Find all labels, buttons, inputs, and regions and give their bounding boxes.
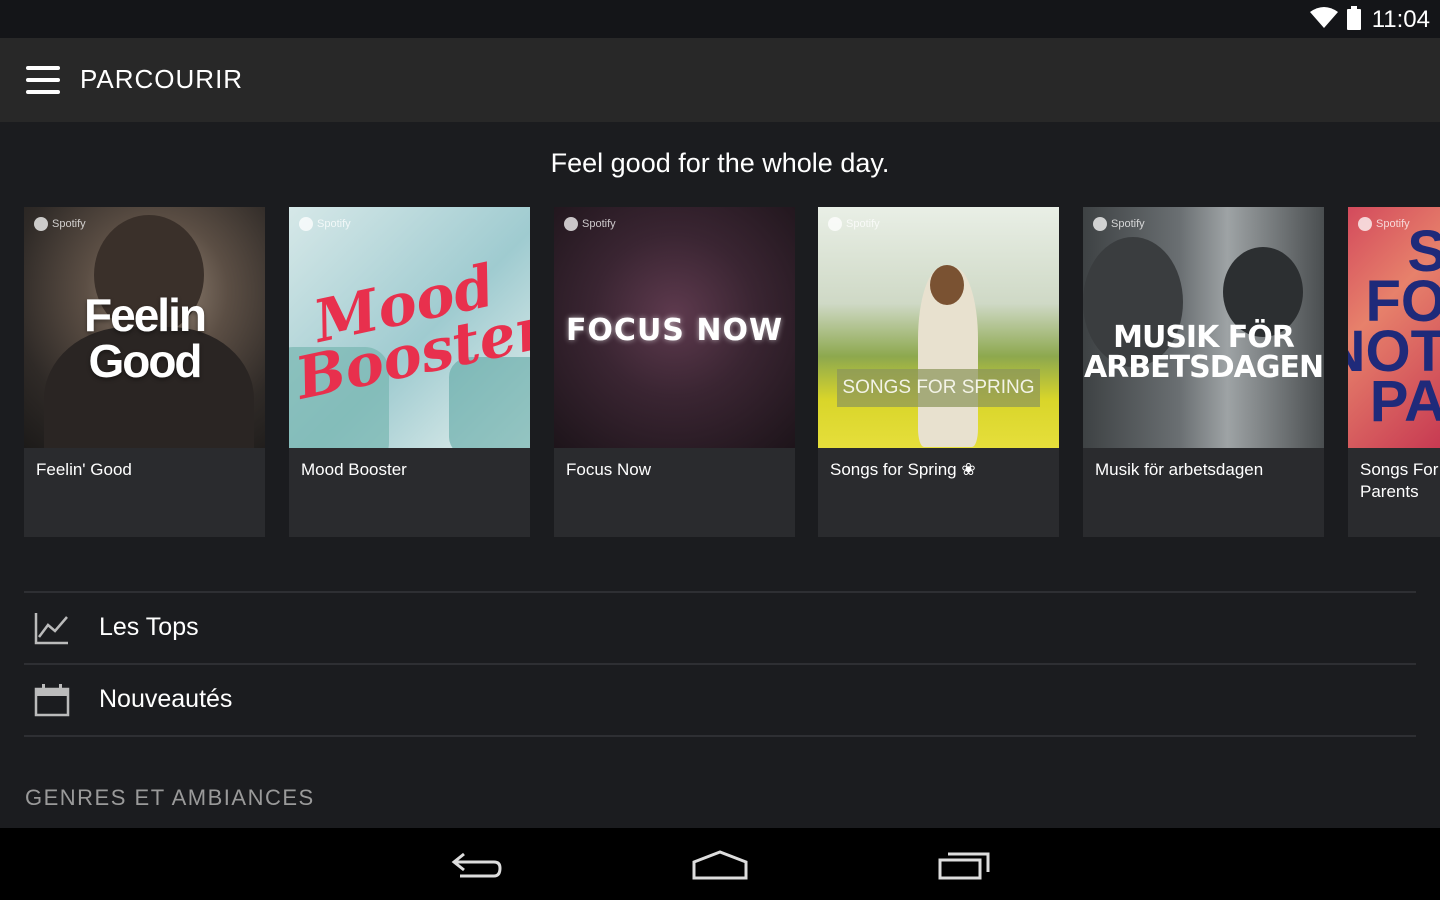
playlist-cover: Spotify MUSIK FÖR ARBETSDAGEN: [1083, 207, 1324, 448]
playlist-label: Songs for Spring ❀: [830, 460, 976, 479]
playlist-label: Musik för arbetsdagen: [1095, 460, 1264, 479]
page-title: PARCOURIR: [80, 64, 244, 94]
playlist-cover: Spotify SONGS FOR SPRING: [818, 207, 1059, 448]
row-nouveautes[interactable]: Nouveautés: [24, 665, 1416, 735]
calendar-icon: [34, 684, 70, 717]
spotify-logo: Spotify: [828, 217, 880, 231]
hamburger-menu-icon[interactable]: [26, 66, 60, 94]
playlist-label: Songs For Parents: [1360, 460, 1439, 501]
spotify-logo: Spotify: [299, 217, 351, 231]
cover-title: S FO NOT PA: [1348, 219, 1440, 434]
divider: [24, 735, 1416, 737]
playlist-label: Mood Booster: [301, 460, 407, 479]
home-icon[interactable]: [690, 846, 750, 882]
recent-apps-icon[interactable]: [934, 846, 994, 882]
genres-heading: GENRES ET AMBIANCES: [25, 785, 315, 810]
playlist-cover: Spotify FOCUS NOW: [554, 207, 795, 448]
playlist-card-songs-for-parents[interactable]: Spotify S FO NOT PA Songs For Parents: [1348, 207, 1440, 537]
playlist-card-songs-for-spring[interactable]: Spotify SONGS FOR SPRING Songs for Sprin…: [818, 207, 1059, 537]
spotify-logo: Spotify: [564, 217, 616, 231]
spotify-logo: Spotify: [34, 217, 86, 231]
cover-title: SONGS FOR SPRING: [837, 369, 1040, 407]
status-bar: 11:04: [0, 0, 1440, 38]
cover-title: Feelin Good: [84, 289, 207, 387]
playlist-card-mood-booster[interactable]: Spotify Mood Booster Mood Booster: [289, 207, 530, 537]
playlist-card-musik-for-arbetsdagen[interactable]: Spotify MUSIK FÖR ARBETSDAGEN Musik för …: [1083, 207, 1324, 537]
cover-title: MUSIK FÖR ARBETSDAGEN: [1083, 320, 1324, 385]
back-icon[interactable]: [448, 846, 508, 882]
playlist-card-focus-now[interactable]: Spotify FOCUS NOW Focus Now: [554, 207, 795, 537]
status-time: 11:04: [1371, 6, 1430, 33]
row-les-tops[interactable]: Les Tops: [24, 593, 1416, 663]
spotify-logo: Spotify: [1093, 217, 1145, 231]
playlist-label: Focus Now: [566, 460, 652, 479]
playlist-label: Feelin' Good: [36, 460, 132, 479]
battery-icon: [1347, 6, 1361, 30]
row-label: Les Tops: [99, 613, 199, 641]
featured-tagline: Feel good for the whole day.: [550, 148, 890, 178]
cover-title: FOCUS NOW: [565, 313, 784, 348]
chart-line-icon: [34, 613, 68, 645]
wifi-icon: [1310, 7, 1338, 28]
row-label: Nouveautés: [99, 685, 233, 713]
system-navigation-bar: [0, 828, 1440, 900]
playlist-cover: Spotify Feelin Good: [24, 207, 265, 448]
playlist-cover: Spotify S FO NOT PA: [1348, 207, 1440, 448]
featured-playlists: Spotify Feelin Good Feelin' Good Spotify…: [24, 207, 1440, 537]
playlist-card-feelin-good[interactable]: Spotify Feelin Good Feelin' Good: [24, 207, 265, 537]
app-bar: PARCOURIR: [0, 38, 1440, 122]
playlist-cover: Spotify Mood Booster: [289, 207, 530, 448]
